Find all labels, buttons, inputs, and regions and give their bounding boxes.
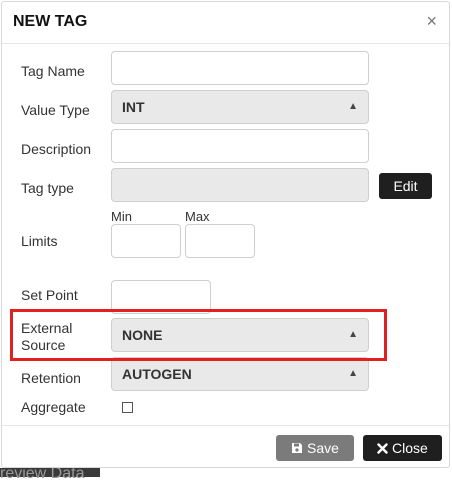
modal-title: NEW TAG [13,13,88,30]
new-tag-modal: NEW TAG × Tag Name Value Type INT ▲ Desc… [1,1,450,468]
caret-up-icon: ▲ [348,368,358,379]
close-icon[interactable]: × [426,12,437,30]
footer-divider [2,425,449,426]
max-input[interactable] [185,224,255,258]
close-label: Close [392,440,428,456]
min-label: Min [111,209,132,224]
aggregate-label: Aggregate [21,399,86,415]
value-type-selected: INT [122,99,145,115]
x-icon [377,435,388,461]
edit-button[interactable]: Edit [379,173,432,199]
header-divider [2,43,449,44]
save-button[interactable]: Save [276,435,354,461]
tag-name-input[interactable] [111,51,369,85]
description-input[interactable] [111,129,369,163]
value-type-select[interactable]: INT ▲ [111,90,369,124]
save-label: Save [306,440,339,456]
aggregate-checkbox[interactable] [122,402,133,413]
value-type-label: Value Type [21,102,90,118]
limits-label: Limits [21,233,58,249]
tag-type-field [111,168,369,202]
description-label: Description [21,141,92,157]
retention-label: Retention [21,370,81,386]
max-label: Max [185,209,210,224]
tag-name-label: Tag Name [21,63,85,79]
retention-selected: AUTOGEN [122,366,192,382]
background-text: review Data [0,465,85,482]
retention-select[interactable]: AUTOGEN ▲ [111,357,369,391]
floppy-disk-icon [291,435,303,461]
set-point-label: Set Point [21,287,78,303]
caret-up-icon: ▲ [348,101,358,112]
tag-type-label: Tag type [21,180,74,196]
min-input[interactable] [111,224,181,258]
highlight-box [10,309,387,361]
close-button[interactable]: Close [363,435,442,461]
